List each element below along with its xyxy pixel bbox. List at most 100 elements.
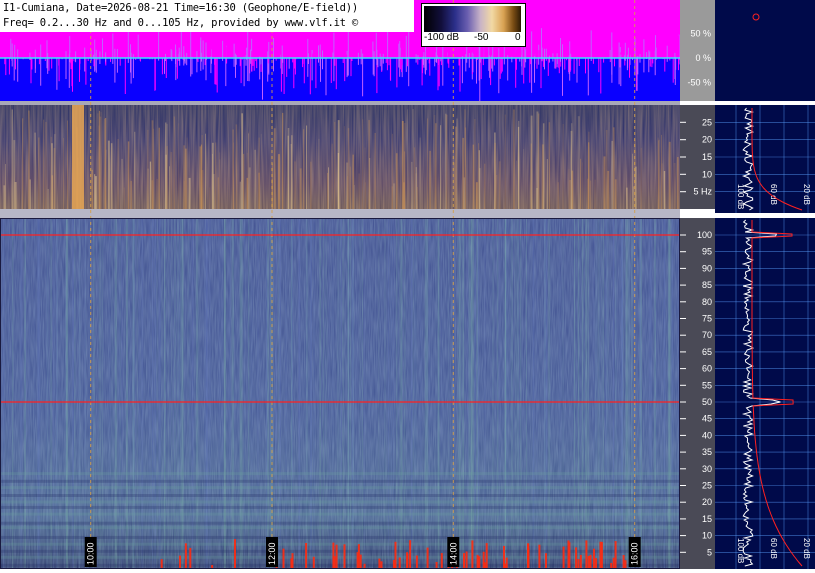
spectrogram-streak xyxy=(231,218,232,569)
wide-ytick-label: 10 xyxy=(702,531,712,541)
spectrogram-burst xyxy=(356,552,359,569)
lf-streak xyxy=(43,119,45,209)
wide-ytick-label: 50 xyxy=(702,397,712,407)
lf-streak xyxy=(626,187,628,209)
lf-streak xyxy=(169,166,170,209)
lf-streak xyxy=(570,123,573,209)
spectrogram-burst xyxy=(587,556,590,569)
spectrogram-streak xyxy=(25,218,28,569)
lf-streak xyxy=(548,122,551,209)
spectrogram-streak xyxy=(401,218,403,569)
spectrogram-burst xyxy=(333,556,336,569)
spectrogram-streak xyxy=(458,218,461,569)
wide-ytick-label: 45 xyxy=(702,414,712,424)
spectrogram-streak xyxy=(606,218,608,569)
spectrogram-streak xyxy=(339,218,341,569)
lf-streak xyxy=(401,121,404,209)
spectrogram-streak xyxy=(24,218,26,569)
lf-streak xyxy=(663,171,666,209)
lf-ytick-label: 25 xyxy=(702,117,712,127)
time-label: 10:00 xyxy=(86,542,96,565)
lf-streak xyxy=(661,163,663,209)
spectrogram-streak xyxy=(74,218,76,569)
lf-streak xyxy=(29,179,31,209)
spectrogram-streak xyxy=(645,218,647,569)
lf-streak xyxy=(130,180,132,209)
spectrogram-streak xyxy=(20,218,22,569)
spectrogram-streak xyxy=(435,218,436,569)
spectrogram-burst xyxy=(392,560,395,569)
spectrogram-streak xyxy=(177,218,180,569)
spectrogram-streak xyxy=(323,218,325,569)
wide-ytick-label: 65 xyxy=(702,347,712,357)
spectrogram-streak xyxy=(628,218,630,569)
lf-streak xyxy=(463,177,466,209)
spectrogram-burst xyxy=(312,556,315,569)
wide-ytick-label: 25 xyxy=(702,481,712,491)
spectrogram-streak xyxy=(223,218,226,569)
spectrogram-streak xyxy=(101,218,104,569)
spectrogram-streak xyxy=(99,218,102,569)
spectrogram-band xyxy=(0,479,680,483)
lf-streak xyxy=(185,148,187,209)
lf-streak xyxy=(205,133,206,209)
lf-streak xyxy=(117,139,119,209)
spectrogram-streak xyxy=(562,218,564,569)
spectrogram-band xyxy=(0,494,680,497)
spectrogram-streak xyxy=(607,218,609,569)
spectrogram-streak xyxy=(191,218,193,569)
spectrogram-streak xyxy=(350,218,352,569)
spectrogram-burst xyxy=(179,555,181,569)
spectrogram-burst xyxy=(406,552,409,569)
time-label: 14:00 xyxy=(448,542,458,565)
lf-streak xyxy=(47,189,49,209)
spectrogram-band xyxy=(0,555,680,559)
spectrogram-streak xyxy=(148,218,151,569)
spectrogram-burst xyxy=(614,541,617,569)
lf-streak xyxy=(235,124,238,209)
lf-streak xyxy=(45,122,47,209)
spectrogram-streak xyxy=(125,218,128,569)
spectrogram-streak xyxy=(232,218,234,569)
spectrogram-streak xyxy=(520,218,522,569)
spectrogram-streak xyxy=(52,218,55,569)
lf-streak xyxy=(51,143,53,209)
spectrogram-streak xyxy=(410,218,413,569)
spectrogram-streak xyxy=(598,218,600,569)
spectrogram-burst xyxy=(471,540,474,569)
spectrogram-streak xyxy=(474,218,476,569)
spectrogram-burst xyxy=(589,554,592,569)
lf-streak xyxy=(632,153,633,209)
spectrogram-streak xyxy=(12,218,14,569)
lf-streak xyxy=(358,173,361,209)
spectrogram-streak xyxy=(466,218,469,569)
spectrogram-streak xyxy=(135,218,136,569)
spectrogram-streak xyxy=(600,218,602,569)
spectrogram-burst xyxy=(545,553,547,569)
wide-side-db-label: 60 dB xyxy=(769,538,778,559)
spectrogram-streak xyxy=(329,218,330,569)
spectrogram-streak xyxy=(361,218,363,569)
lf-streak xyxy=(410,161,413,209)
wide-ytick-label: 85 xyxy=(702,280,712,290)
lf-streak xyxy=(504,114,506,209)
wide-ytick-label: 30 xyxy=(702,464,712,474)
lf-streak xyxy=(260,133,262,209)
lf-streak xyxy=(546,159,548,209)
lf-streak xyxy=(661,134,662,209)
spectrogram-streak xyxy=(138,218,140,569)
spectrogram-burst xyxy=(290,558,293,569)
lf-streak xyxy=(95,176,97,209)
spectrogram-streak xyxy=(2,218,5,569)
spectrogram-burst xyxy=(415,555,418,569)
spectrogram-streak xyxy=(244,218,245,569)
wide-ytick-label: 100 xyxy=(697,230,712,240)
lf-streak xyxy=(239,181,241,209)
spectrogram-streak xyxy=(266,218,269,569)
lf-streak xyxy=(166,146,168,209)
lf-streak xyxy=(611,140,614,209)
spectrogram-streak xyxy=(660,218,662,569)
lf-streak xyxy=(472,144,474,209)
spectrogram-streak xyxy=(305,218,308,569)
spectrogram-streak xyxy=(136,218,138,569)
